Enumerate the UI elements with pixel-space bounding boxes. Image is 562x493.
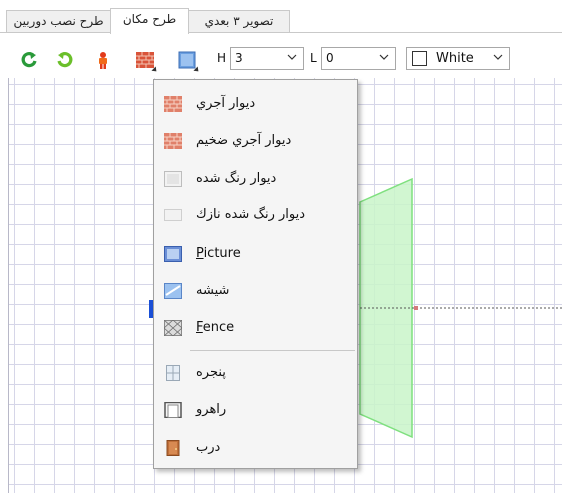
brick-wall-icon	[136, 52, 154, 68]
painted-wall-icon	[164, 171, 182, 187]
menu-item-picture[interactable]: Picture	[154, 236, 357, 272]
menu-item-corridor[interactable]: راهرو	[154, 392, 357, 428]
menu-item-label: ديوار رنگ شده	[196, 171, 277, 186]
redo-icon	[57, 52, 73, 68]
length-value: 0	[326, 51, 334, 65]
door-icon	[166, 440, 180, 456]
menu-item-label: درب	[196, 440, 221, 455]
menu-item-label: پنجره	[196, 365, 226, 380]
menu-item-brick-wall[interactable]: ديوار آجري	[154, 86, 357, 122]
corridor-icon	[164, 402, 182, 418]
add-person-button[interactable]	[92, 49, 114, 71]
tab-bar-divider	[0, 32, 562, 33]
menu-item-label: Picture	[196, 246, 241, 261]
toolbar: H 3 L 0 White	[0, 34, 562, 78]
undo-button[interactable]	[18, 49, 40, 71]
object-tool-button[interactable]	[176, 49, 201, 74]
brick-wall-icon	[164, 96, 182, 112]
chevron-down-icon	[493, 54, 503, 60]
color-select[interactable]: White	[406, 47, 510, 70]
height-select[interactable]: 3	[230, 47, 304, 70]
menu-item-window[interactable]: پنجره	[154, 355, 357, 391]
glass-icon	[164, 283, 182, 299]
menu-item-label: راهرو	[196, 402, 227, 417]
menu-item-door[interactable]: درب	[154, 430, 357, 466]
tab-location-layout[interactable]: طرح مكان	[110, 8, 189, 34]
length-select[interactable]: 0	[321, 47, 396, 70]
person-icon	[99, 52, 107, 69]
chevron-down-icon	[287, 54, 297, 60]
window-icon	[166, 365, 180, 381]
height-value: 3	[235, 51, 243, 65]
fence-icon	[164, 320, 182, 336]
height-label: H	[217, 51, 227, 65]
thin-painted-wall-icon	[164, 209, 182, 221]
menu-item-label: ديوار آجري ضخيم	[196, 133, 292, 148]
box-icon	[178, 51, 196, 69]
menu-item-label: ديوار رنگ شده نازك	[196, 207, 306, 222]
menu-separator	[190, 350, 355, 351]
menu-item-label: شيشه	[196, 283, 230, 298]
tab-3d-view[interactable]: تصوير ۳ بعدي	[188, 10, 290, 33]
menu-item-painted-wall[interactable]: ديوار رنگ شده	[154, 161, 357, 197]
redo-button[interactable]	[54, 49, 76, 71]
wall-type-menu: ديوار آجري ديوار آجري ضخيم ديوار رنگ شده…	[153, 79, 358, 469]
thick-brick-wall-icon	[164, 133, 182, 149]
menu-item-label: ديوار آجري	[196, 96, 256, 111]
chevron-down-icon	[379, 54, 389, 60]
length-label: L	[310, 51, 317, 65]
menu-item-fence[interactable]: Fence	[154, 310, 357, 346]
wall-tool-button[interactable]	[134, 49, 159, 74]
color-swatch	[412, 51, 427, 66]
undo-icon	[21, 52, 37, 68]
picture-icon	[164, 246, 182, 262]
tab-bar: طرح نصب دوربين طرح مكان تصوير ۳ بعدي	[0, 0, 562, 34]
tab-camera-layout[interactable]: طرح نصب دوربين	[6, 10, 111, 33]
color-value: White	[436, 51, 474, 66]
menu-item-glass[interactable]: شيشه	[154, 273, 357, 309]
guide-point	[414, 306, 418, 310]
menu-item-label: Fence	[196, 320, 235, 335]
menu-item-thick-brick-wall[interactable]: ديوار آجري ضخيم	[154, 123, 357, 159]
menu-item-thin-painted-wall[interactable]: ديوار رنگ شده نازك	[154, 197, 357, 233]
